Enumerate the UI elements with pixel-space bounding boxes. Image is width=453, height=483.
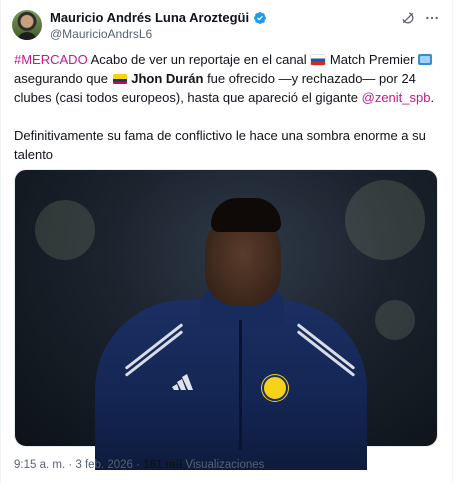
tweet-paragraph-1: #MERCADO Acabo de ver un reportaje en el… <box>14 50 438 107</box>
tv-icon <box>418 54 433 65</box>
background-light <box>375 300 415 340</box>
author-display-name[interactable]: Mauricio Andrés Luna Aroztegüi <box>50 10 249 25</box>
author-name-row[interactable]: Mauricio Andrés Luna Aroztegüi <box>50 10 267 25</box>
colombia-flag-icon <box>112 74 127 84</box>
grok-icon[interactable] <box>401 11 415 27</box>
tweet-paragraph-2: Definitivamente su fama de conflictivo l… <box>14 128 426 162</box>
author-handle[interactable]: @MauricioAndrsL6 <box>50 27 152 41</box>
hashtag-link[interactable]: #MERCADO <box>14 52 88 67</box>
background-light <box>35 200 95 260</box>
footer-separator: · <box>132 459 144 471</box>
tweet-date[interactable]: 3 feb. 2026 <box>75 459 133 471</box>
avatar[interactable] <box>12 10 42 40</box>
player-hair <box>211 198 281 232</box>
views-label: Visualizaciones <box>182 459 265 471</box>
tweet-text-segment: Acabo de ver un reportaje en el canal <box>87 52 311 67</box>
player-name: Jhon Durán <box>131 71 204 86</box>
tweet-footer: 9:15 a. m. · 3 feb. 2026 · 161 mil Visua… <box>14 459 264 471</box>
background-light <box>345 180 425 260</box>
views-count: 161 mil <box>143 459 183 471</box>
tweet-time[interactable]: 9:15 a. m. <box>14 459 65 471</box>
club-crest-icon <box>262 375 288 401</box>
tweet-text-segment: asegurando que <box>14 71 112 86</box>
mention-link[interactable]: @zenit_spb <box>362 90 431 105</box>
verified-badge-icon <box>254 11 267 24</box>
more-icon[interactable] <box>425 11 439 27</box>
footer-separator: · <box>65 459 76 471</box>
header-actions <box>401 11 439 27</box>
jacket-zip <box>239 320 242 450</box>
russia-flag-icon <box>311 55 326 65</box>
tweet-text-segment: . <box>430 90 435 105</box>
tweet-header: Mauricio Andrés Luna Aroztegüi @Mauricio… <box>12 8 439 44</box>
tweet-text-segment: Match Premier <box>326 52 419 67</box>
tweet-text: #MERCADO Acabo de ver un reportaje en el… <box>14 50 438 164</box>
adidas-logo-icon <box>172 374 193 390</box>
left-border <box>0 0 1 483</box>
